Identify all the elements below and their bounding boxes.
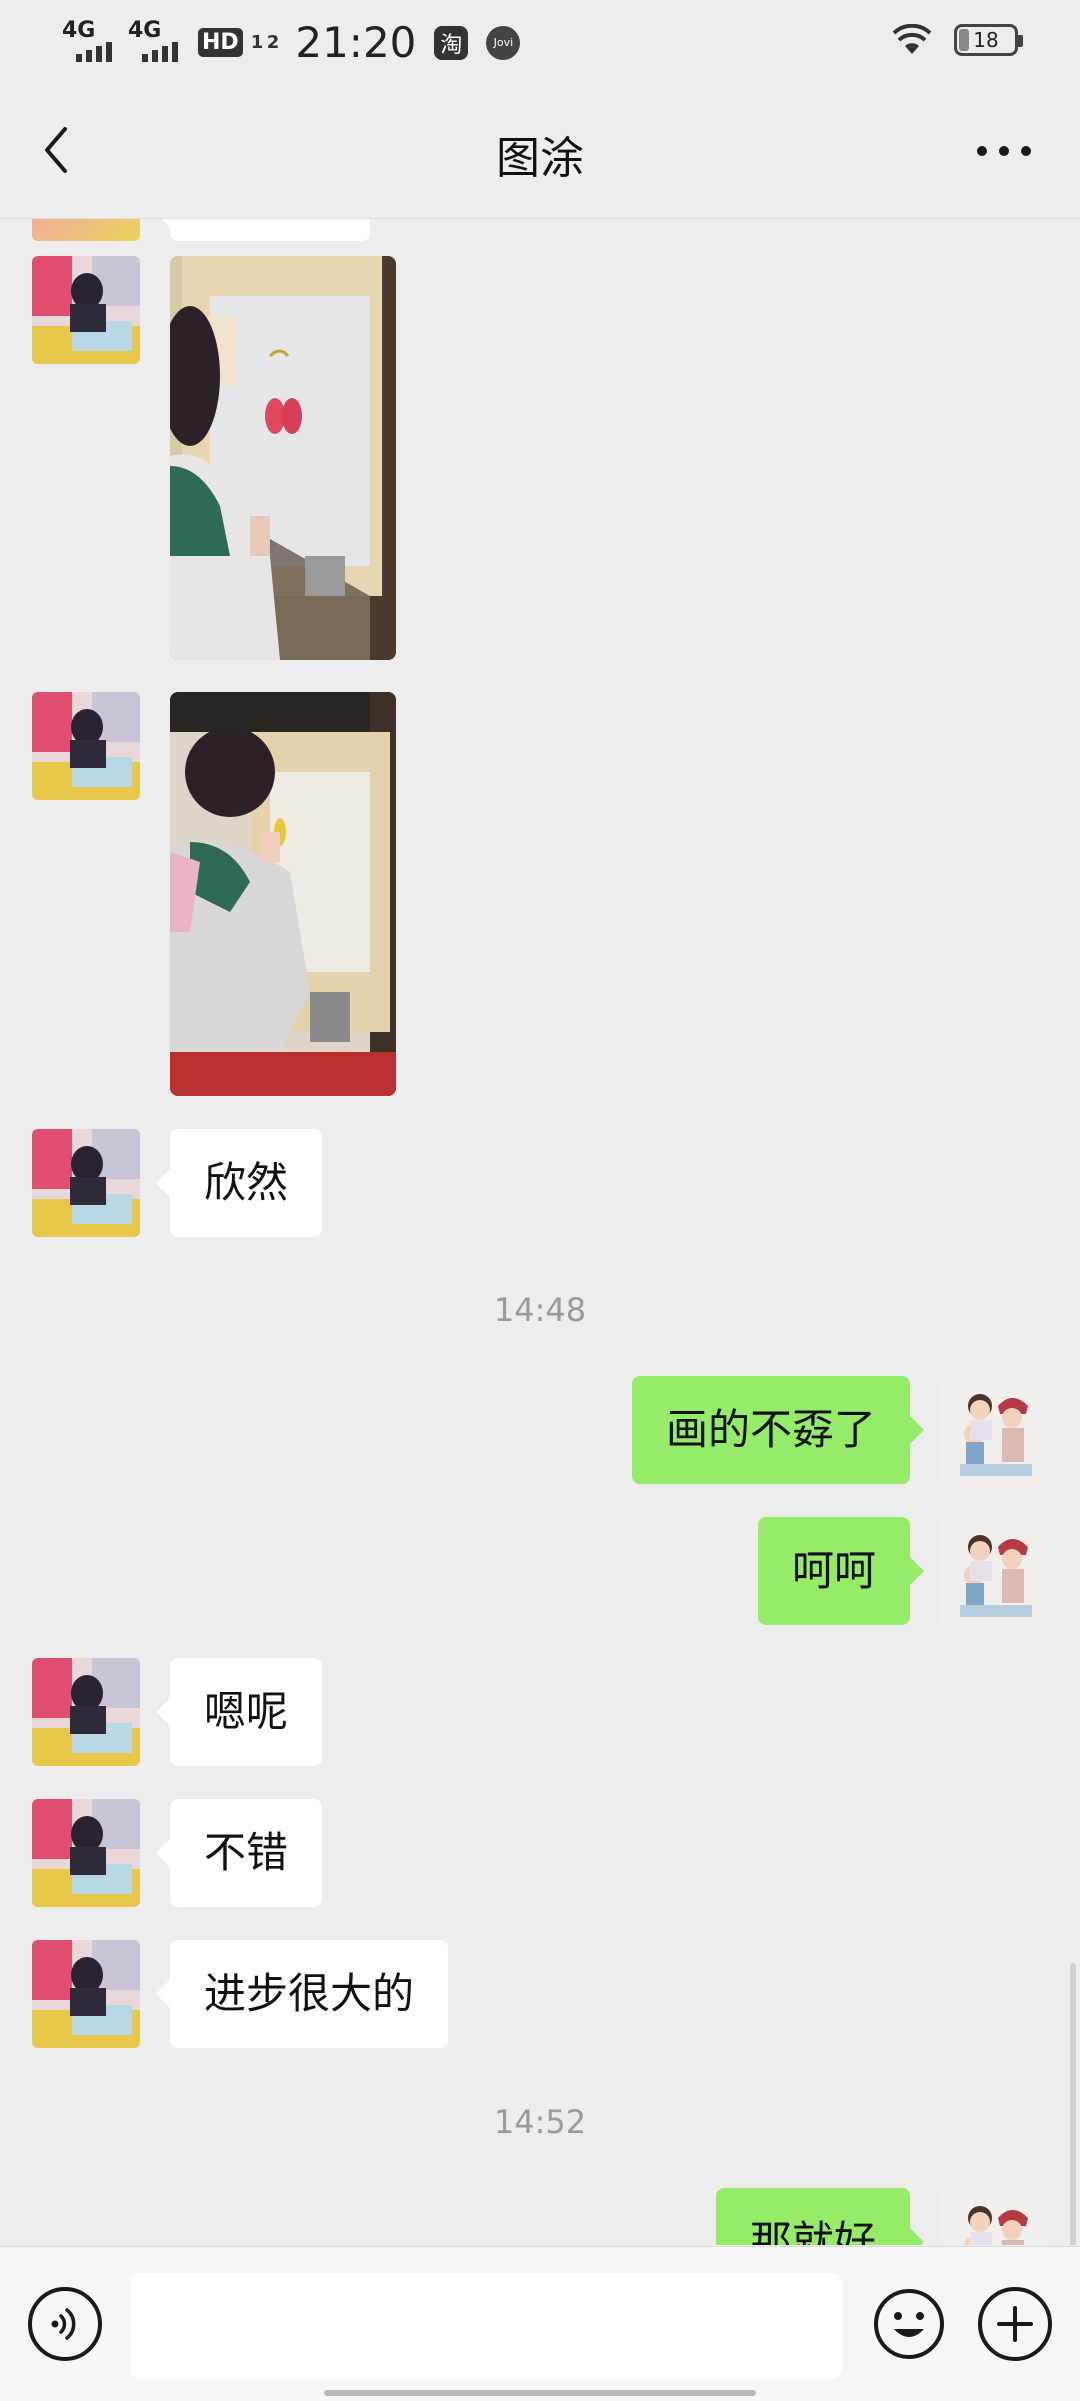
status-bar: 4G 4G HD 1 2 21:20 淘 Jovi 18: [0, 0, 1080, 86]
battery-icon: 18: [954, 24, 1023, 56]
more-functions-button[interactable]: [978, 2287, 1052, 2361]
timestamp: 14:48: [493, 1291, 587, 1329]
contact-avatar[interactable]: [32, 256, 140, 364]
message-bubble-partial[interactable]: [156, 219, 370, 241]
contact-avatar[interactable]: [32, 1658, 140, 1766]
my-avatar[interactable]: [940, 1517, 1048, 1625]
home-indicator[interactable]: [324, 2390, 756, 2396]
network-type-2: 4G: [128, 17, 162, 43]
my-avatar[interactable]: [940, 1376, 1048, 1484]
message-input[interactable]: [130, 2273, 842, 2379]
signal-2-icon: 4G: [128, 17, 184, 66]
message-bubble[interactable]: 不错: [155, 1799, 323, 1907]
status-time: 21:20: [295, 18, 417, 67]
plus-icon: [997, 2306, 1033, 2342]
my-avatar[interactable]: [940, 2188, 1048, 2245]
status-left: 4G 4G HD 1 2 21:20 淘 Jovi: [62, 17, 521, 67]
message-bubble[interactable]: 欣然: [155, 1129, 323, 1237]
chat-title: 图涂: [496, 133, 584, 184]
photo-child-painting-1[interactable]: [170, 256, 396, 660]
contact-avatar[interactable]: [32, 1129, 140, 1237]
wifi-icon: [892, 24, 932, 54]
timestamp: 14:52: [493, 2103, 587, 2141]
contact-avatar[interactable]: [32, 1799, 140, 1907]
contact-avatar[interactable]: [32, 692, 140, 800]
signal-1-icon: 4G: [62, 17, 118, 66]
message-bubble[interactable]: 进步很大的: [155, 1940, 449, 2048]
voice-input-button[interactable]: [28, 2287, 102, 2361]
input-bar: [0, 2246, 1080, 2401]
message-bubble[interactable]: 嗯呢: [155, 1658, 323, 1766]
hd-sim-indicator: 1 2: [250, 31, 280, 53]
photo-child-painting-2[interactable]: [170, 692, 396, 1096]
more-dots-icon: [977, 146, 1031, 156]
emoji-button[interactable]: [872, 2287, 946, 2361]
message-bubble[interactable]: 那就好: [715, 2188, 925, 2245]
taobao-notification-icon: 淘: [434, 25, 469, 60]
hd-voice-badge: HD: [198, 28, 243, 57]
scrollbar[interactable]: [1070, 1963, 1076, 2245]
message-bubble[interactable]: 画的不孬了: [631, 1376, 925, 1484]
voice-icon: [51, 2308, 76, 2340]
contact-avatar[interactable]: [32, 219, 140, 241]
battery-level: 18: [973, 28, 999, 52]
status-right: 18: [892, 24, 1023, 56]
more-options-button[interactable]: [964, 126, 1044, 176]
contact-avatar[interactable]: [32, 1940, 140, 2048]
emoji-icon: [874, 2289, 944, 2359]
network-type-1: 4G: [62, 17, 96, 43]
chat-header: 图涂: [0, 86, 1080, 219]
message-list[interactable]: 欣然 14:48 画的不孬了 呵呵 嗯呢 不错 进步很大的 14:52 那就好: [0, 219, 1080, 2245]
message-bubble[interactable]: 呵呵: [757, 1517, 925, 1625]
jovi-notification-icon: Jovi: [486, 25, 521, 60]
